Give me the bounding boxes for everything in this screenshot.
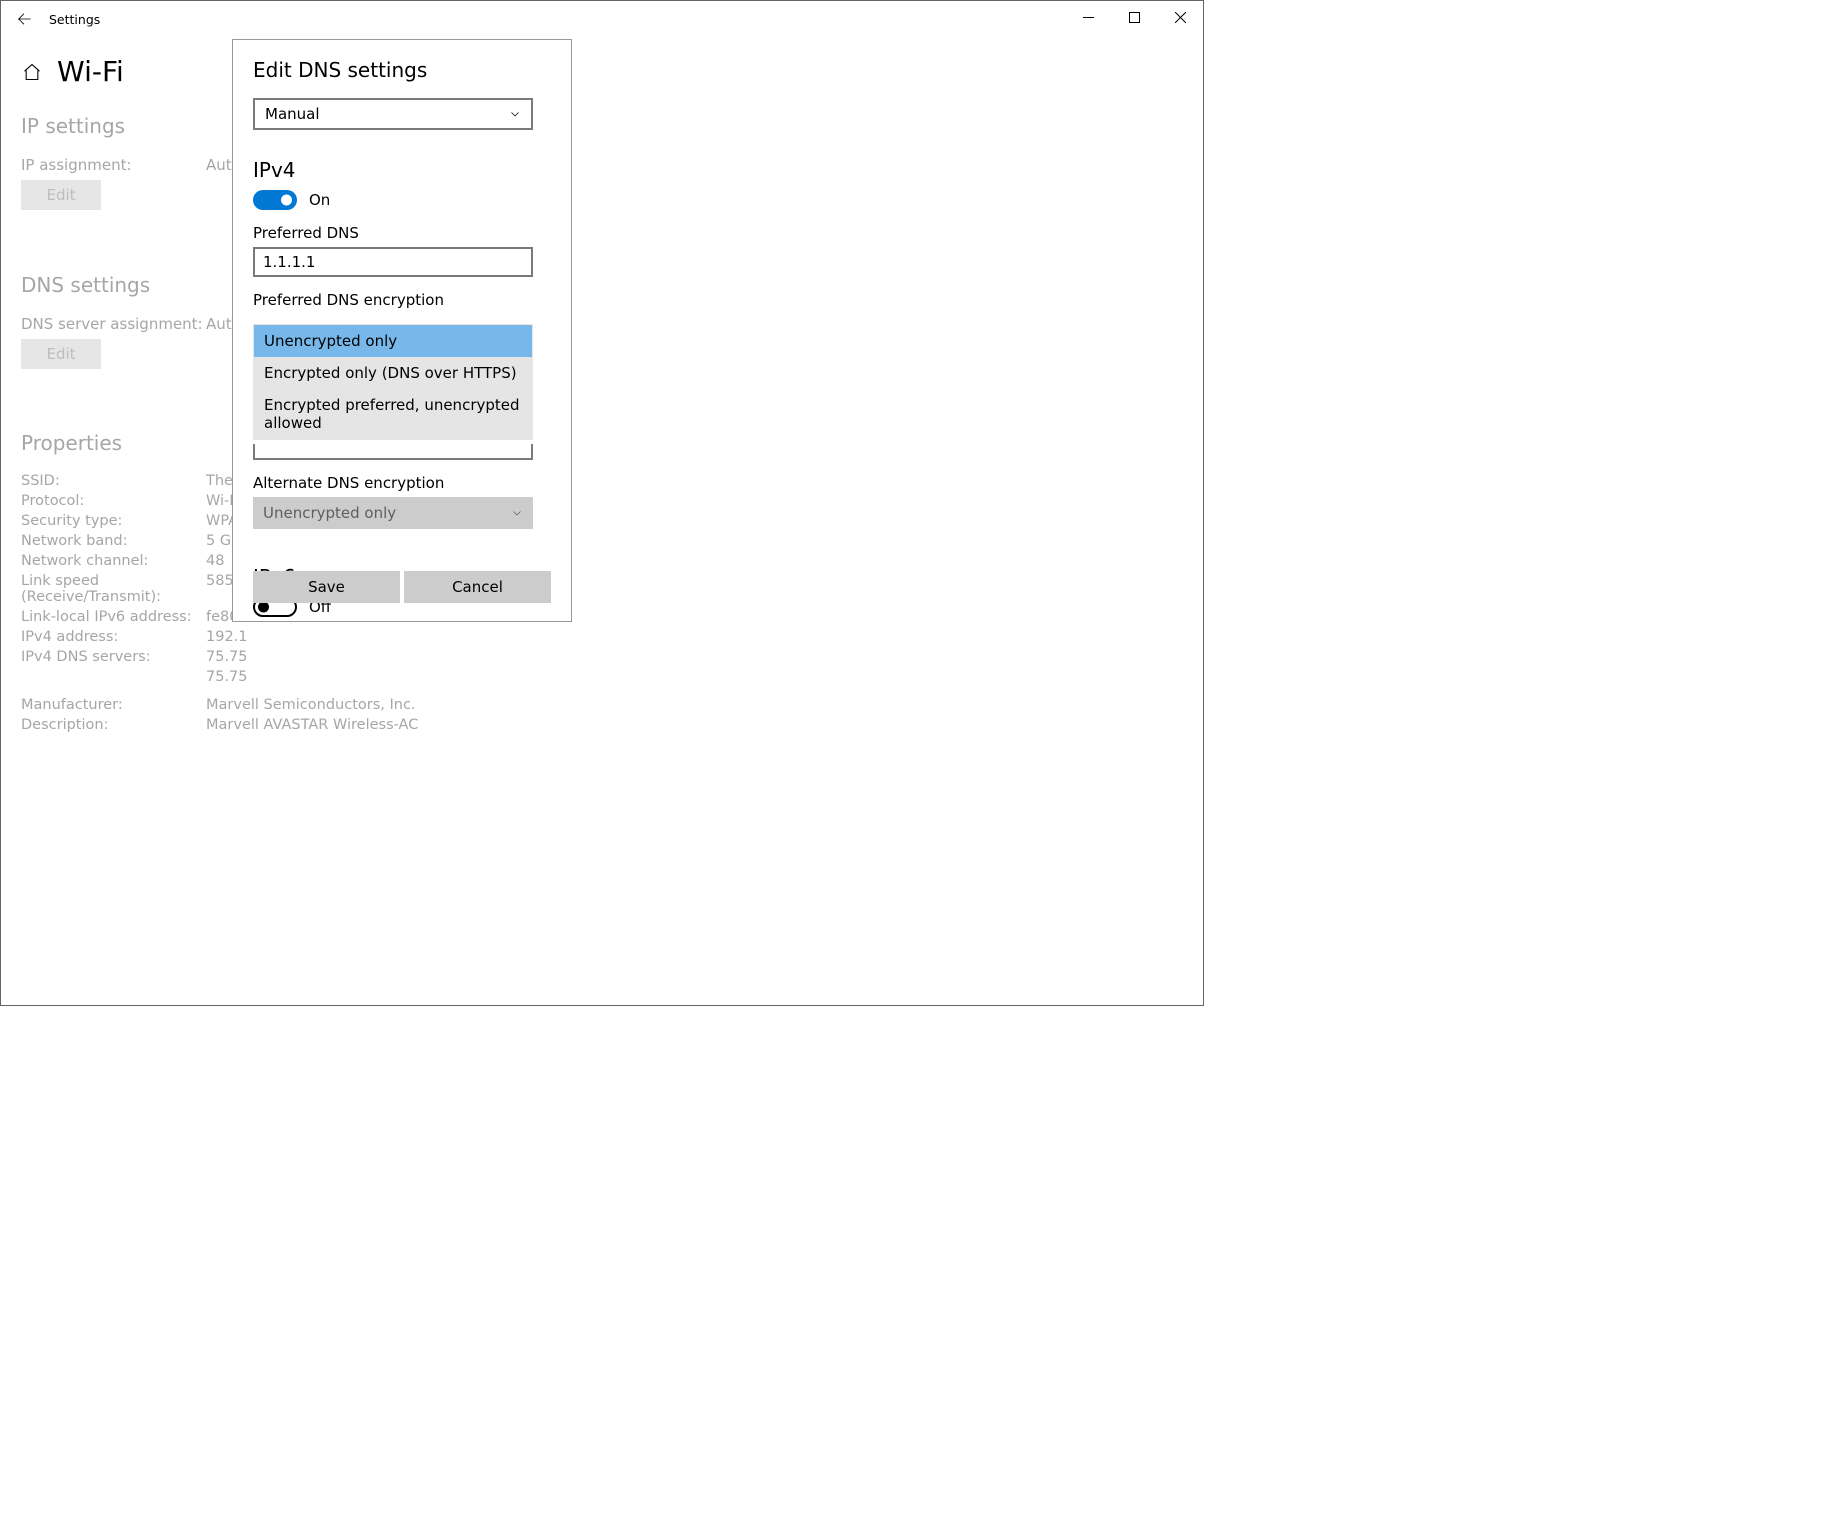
maximize-button[interactable]: [1111, 1, 1157, 33]
back-button[interactable]: [7, 3, 41, 35]
dns-enc-option-unencrypted[interactable]: Unencrypted only: [254, 325, 532, 357]
property-row: Manufacturer:Marvell Semiconductors, Inc…: [21, 697, 1183, 713]
dns-assignment-row: DNS server assignment: Auto: [21, 315, 1183, 333]
dns-mode-dropdown[interactable]: Manual: [253, 98, 533, 130]
ipv4-toggle[interactable]: [253, 190, 297, 210]
window-controls: [1065, 1, 1203, 33]
property-row: Network channel:48: [21, 553, 1183, 569]
properties-list: SSID:The Protocol:Wi-F Security type:WPA…: [21, 473, 1183, 733]
property-row: Link-local IPv6 address:fe80: [21, 609, 1183, 625]
preferred-dns-enc-options: Unencrypted only Encrypted only (DNS ove…: [253, 324, 533, 440]
property-row: Protocol:Wi-F: [21, 493, 1183, 509]
property-row: IPv4 address:192.1: [21, 629, 1183, 645]
background-content: IP settings IP assignment: Auto Edit DNS…: [21, 114, 1183, 733]
ip-edit-button[interactable]: Edit: [21, 180, 101, 210]
page-title: Wi-Fi: [57, 55, 124, 88]
home-icon: [21, 61, 43, 83]
save-button[interactable]: Save: [253, 571, 400, 603]
property-row: Description:Marvell AVASTAR Wireless-AC: [21, 717, 1183, 733]
dns-mode-value: Manual: [265, 105, 320, 123]
preferred-dns-label: Preferred DNS: [253, 224, 551, 242]
chevron-down-icon: [509, 108, 521, 120]
settings-window: Settings Wi-Fi IP settings IP assignment: [0, 0, 1204, 1006]
property-row: SSID:The: [21, 473, 1183, 489]
titlebar: Settings: [1, 1, 1203, 37]
ip-settings-heading: IP settings: [21, 114, 1183, 138]
page-body: Wi-Fi IP settings IP assignment: Auto Ed…: [1, 37, 1203, 733]
property-row: Security type:WPA: [21, 513, 1183, 529]
ipv4-toggle-state: On: [309, 191, 330, 209]
ip-assignment-label: IP assignment:: [21, 156, 206, 174]
alternate-dns-enc-value: Unencrypted only: [263, 504, 396, 522]
dns-enc-option-encrypted-preferred[interactable]: Encrypted preferred, unencrypted allowed: [254, 389, 532, 439]
property-row: Network band:5 GH: [21, 533, 1183, 549]
close-button[interactable]: [1157, 1, 1203, 33]
window-title: Settings: [49, 12, 100, 27]
cancel-button[interactable]: Cancel: [404, 571, 551, 603]
chevron-down-icon: [511, 507, 523, 519]
hidden-input-under-dropdown[interactable]: [253, 444, 533, 460]
page-header: Wi-Fi: [21, 55, 1183, 88]
dns-edit-button[interactable]: Edit: [21, 339, 101, 369]
property-row: Link speed (Receive/Transmit):585/: [21, 573, 1183, 605]
properties-heading: Properties: [21, 431, 1183, 455]
dialog-title: Edit DNS settings: [253, 58, 551, 82]
preferred-dns-enc-label: Preferred DNS encryption: [253, 291, 551, 309]
ipv4-toggle-row: On: [253, 190, 551, 210]
dns-settings-heading: DNS settings: [21, 273, 1183, 297]
preferred-dns-input[interactable]: 1.1.1.1: [253, 247, 533, 277]
property-row: IPv4 DNS servers:75.75: [21, 649, 1183, 665]
dns-enc-option-encrypted-only[interactable]: Encrypted only (DNS over HTTPS): [254, 357, 532, 389]
ipv4-heading: IPv4: [253, 158, 551, 182]
alternate-dns-enc-dropdown[interactable]: Unencrypted only: [253, 497, 533, 529]
edit-dns-dialog: Edit DNS settings Manual IPv4 On Preferr…: [232, 39, 572, 622]
alternate-dns-enc-label: Alternate DNS encryption: [253, 474, 551, 492]
dialog-buttons: Save Cancel: [253, 571, 551, 603]
dns-assignment-label: DNS server assignment:: [21, 315, 206, 333]
ip-assignment-row: IP assignment: Auto: [21, 156, 1183, 174]
minimize-button[interactable]: [1065, 1, 1111, 33]
property-row: 75.75: [21, 669, 1183, 685]
